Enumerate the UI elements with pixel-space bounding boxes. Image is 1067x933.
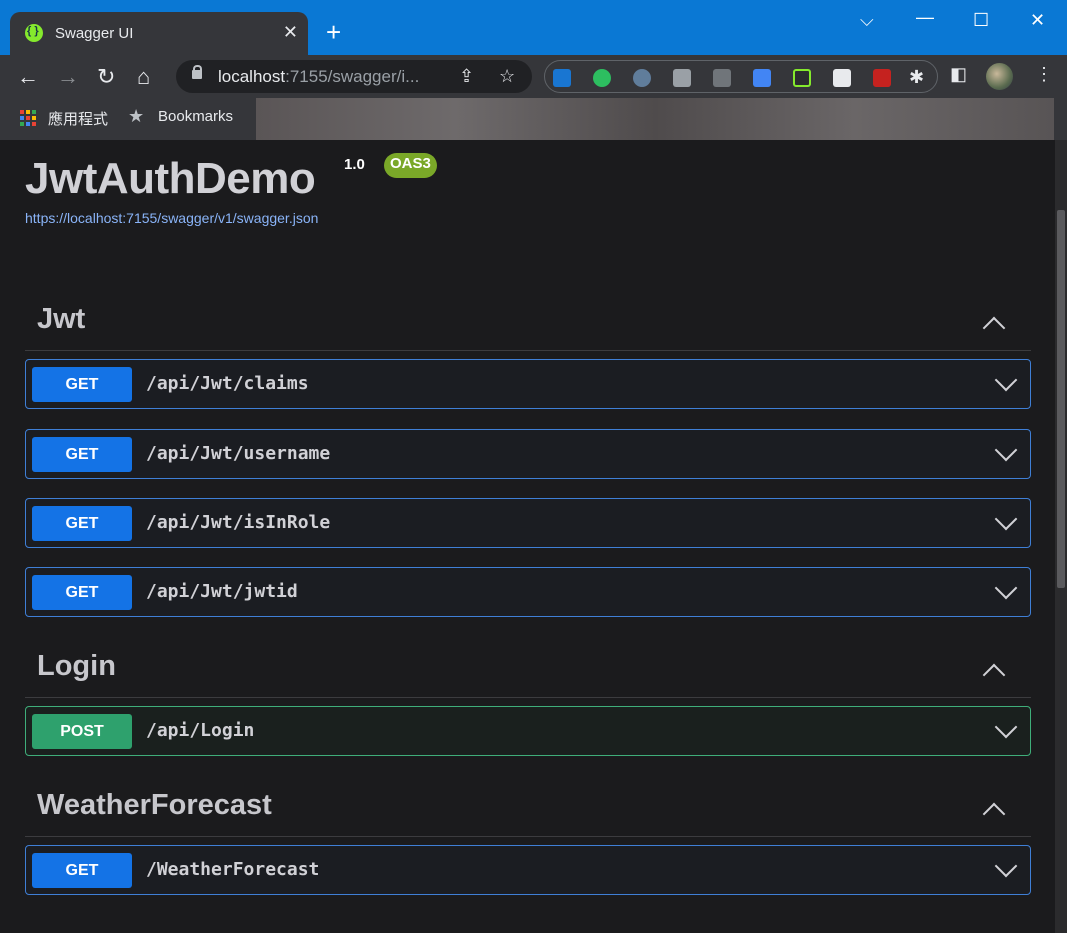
page-scrollbar[interactable] [1055,140,1067,933]
browser-titlebar: Swagger UI ✕ + ⌵ — ☐ ✕ [0,0,1067,55]
google-translate-icon[interactable] [753,69,771,87]
bookmark-apps[interactable]: 應用程式 [48,108,108,129]
operation-path: /api/Jwt/username [146,443,331,464]
operation-path: /api/Login [146,720,255,741]
operation-post-login[interactable]: POST /api/Login [25,706,1031,756]
oas-badge: OAS3 [384,153,437,178]
operation-get-username[interactable]: GET /api/Jwt/username [25,429,1031,479]
tag-name: Jwt [37,303,86,335]
tag-name: WeatherForecast [37,789,272,821]
chevron-down-icon[interactable] [996,444,1014,462]
extension-icon[interactable] [713,69,731,87]
tag-header-jwt[interactable]: Jwt [25,293,1031,351]
chevron-down-icon[interactable] [996,513,1014,531]
chevron-up-icon[interactable] [983,799,1001,817]
operation-get-jwtid[interactable]: GET /api/Jwt/jwtid [25,567,1031,617]
reload-icon[interactable]: ↻ [97,64,115,90]
apps-grid-icon[interactable] [20,110,36,126]
tag-header-weatherforecast[interactable]: WeatherForecast [25,779,1031,837]
minimize-icon[interactable]: — [916,7,934,28]
api-title: JwtAuthDemo [25,154,316,203]
operation-get-isinrole[interactable]: GET /api/Jwt/isInRole [25,498,1031,548]
json-icon[interactable] [793,69,811,87]
more-menu-icon[interactable]: ⋮ [1035,64,1053,85]
tag-header-login[interactable]: Login [25,640,1031,698]
profile-avatar[interactable] [986,63,1013,90]
extension-icon[interactable] [633,69,651,87]
chevron-up-icon[interactable] [983,660,1001,678]
method-badge: GET [32,367,132,402]
tab-search-chevron-icon[interactable]: ⌵ [860,10,874,31]
chevron-down-icon[interactable] [996,860,1014,878]
side-panel-icon[interactable]: ◧ [950,64,967,85]
chevron-down-icon[interactable] [996,374,1014,392]
tab-title: Swagger UI [55,25,134,42]
bookmark-star-icon[interactable]: ☆ [499,66,515,87]
method-badge: GET [32,506,132,541]
method-badge: POST [32,714,132,749]
back-arrow-icon[interactable]: ← [17,64,39,90]
close-window-icon[interactable]: ✕ [1030,10,1045,31]
chevron-up-icon[interactable] [983,313,1001,331]
extension-icon[interactable] [553,69,571,87]
spec-url-link[interactable]: https://localhost:7155/swagger/v1/swagge… [25,210,318,226]
operation-path: /api/Jwt/isInRole [146,512,331,533]
share-icon[interactable]: ⇪ [459,66,474,87]
chevron-down-icon[interactable] [996,721,1014,739]
method-badge: GET [32,853,132,888]
close-tab-icon[interactable]: ✕ [283,22,298,43]
url-text[interactable]: localhost:7155/swagger/i... [218,67,419,87]
star-icon: ★ [128,106,145,126]
address-bar[interactable]: localhost:7155/swagger/i... ⇪ ☆ [176,60,532,93]
bookmark-folder[interactable]: Bookmarks [158,108,233,125]
lock-icon [192,65,202,79]
evernote-icon[interactable] [593,69,611,87]
operation-path: /WeatherForecast [146,859,320,880]
chevron-down-icon[interactable] [996,582,1014,600]
extension-icon[interactable] [833,69,851,87]
trello-icon[interactable] [673,69,691,87]
extension-icon[interactable] [873,69,891,87]
method-badge: GET [32,437,132,472]
new-tab-button[interactable]: + [326,19,341,45]
browser-tab[interactable]: Swagger UI ✕ [10,12,308,55]
swagger-page: JwtAuthDemo 1.0 OAS3 https://localhost:7… [0,140,1055,933]
operation-get-weatherforecast[interactable]: GET /WeatherForecast [25,845,1031,895]
tag-name: Login [37,650,116,682]
swagger-favicon-icon [25,24,43,42]
api-version: 1.0 [344,156,365,173]
maximize-icon[interactable]: ☐ [973,10,989,31]
home-icon[interactable]: ⌂ [137,64,150,90]
scrollbar-thumb[interactable] [1057,210,1065,588]
operation-get-claims[interactable]: GET /api/Jwt/claims [25,359,1031,409]
bookmarks-background-image [256,98,1054,140]
browser-toolbar: ← → ↻ ⌂ localhost:7155/swagger/i... ⇪ ☆ … [0,55,1067,98]
forward-arrow-icon[interactable]: → [57,64,79,90]
method-badge: GET [32,575,132,610]
puzzle-extensions-icon[interactable]: ✱ [909,67,924,88]
extensions-bar: ✱ [544,60,938,93]
operation-path: /api/Jwt/claims [146,373,309,394]
operation-path: /api/Jwt/jwtid [146,581,298,602]
